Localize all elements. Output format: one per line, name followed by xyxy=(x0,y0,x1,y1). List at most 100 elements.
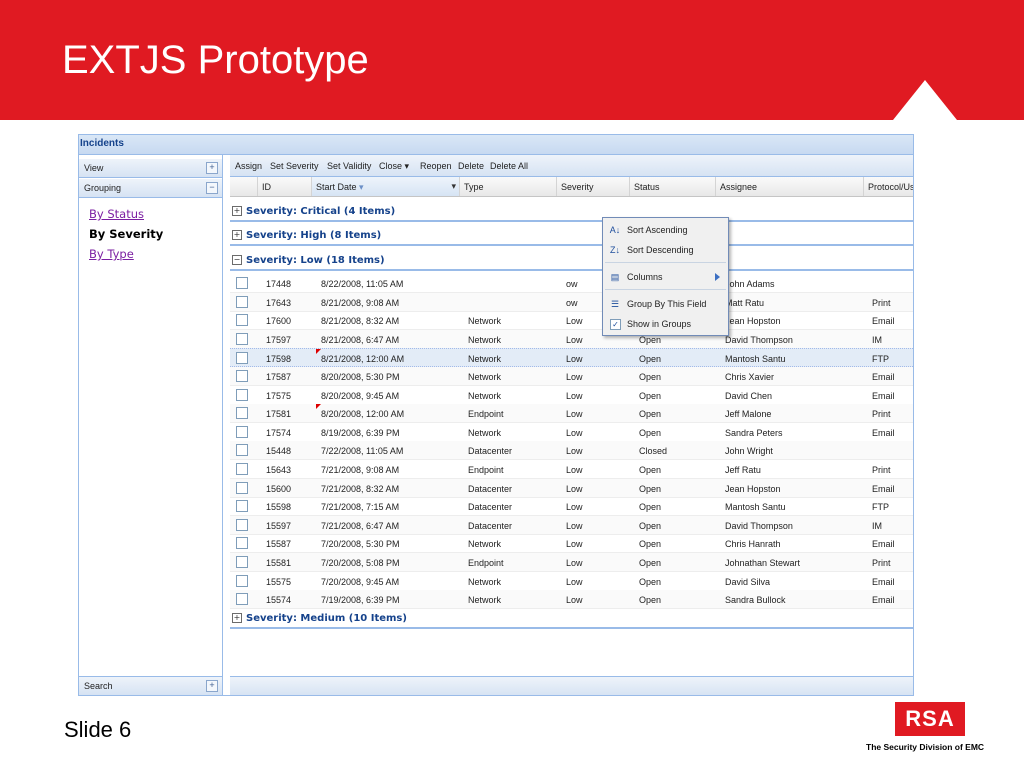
table-row[interactable]: 17597 8/21/2008, 6:47 AM Network Low Open Dav… xyxy=(230,329,913,349)
sort-ascending-item[interactable]: A↓ Sort Ascending xyxy=(603,220,728,240)
group-by-type-link[interactable]: By Type xyxy=(89,247,134,261)
collapse-icon[interactable]: − xyxy=(232,255,242,265)
grouping-accordion-header[interactable]: Grouping − xyxy=(79,179,222,198)
row-checkbox[interactable] xyxy=(236,332,248,345)
table-row[interactable]: 15587 7/20/2008, 5:30 PM Network Low Open Chr… xyxy=(230,534,913,554)
grid-bottom-bar xyxy=(230,676,913,695)
set-validity-button[interactable]: Set Validity xyxy=(327,161,371,171)
sort-descending-item[interactable]: Z↓ Sort Descending xyxy=(603,240,728,260)
collapse-icon[interactable]: − xyxy=(206,182,218,194)
cell-severity: Low xyxy=(566,334,583,345)
table-row[interactable]: 17587 8/20/2008, 5:30 PM Network Low Open Chr… xyxy=(230,367,913,386)
columns-item[interactable]: ▤ Columns xyxy=(603,267,728,287)
close-label: Close xyxy=(379,161,403,171)
group-by-status-link[interactable]: By Status xyxy=(89,207,144,221)
cell-type: Network xyxy=(468,372,502,382)
delete-button[interactable]: Delete xyxy=(458,161,484,171)
row-checkbox[interactable] xyxy=(236,407,248,420)
row-checkbox[interactable] xyxy=(236,463,248,475)
row-checkbox[interactable] xyxy=(236,537,248,550)
table-row[interactable]: 15600 7/21/2008, 8:32 AM Datacenter Low Open… xyxy=(230,478,913,498)
cell-date: 8/20/2008, 12:00 AM xyxy=(321,409,405,420)
expand-icon[interactable]: + xyxy=(206,680,218,692)
row-checkbox[interactable] xyxy=(236,352,248,365)
row-checkbox[interactable] xyxy=(236,518,248,531)
cell-id: 15600 xyxy=(266,483,292,494)
table-row[interactable]: 17574 8/19/2008, 6:39 PM Network Low Open San… xyxy=(230,423,913,442)
table-row[interactable]: 15597 7/21/2008, 6:47 AM Datacenter Low Open… xyxy=(230,515,913,535)
table-row[interactable]: 174488/22/2008, 11:05 AMowOpenJohn Adams xyxy=(230,274,913,293)
row-checkbox[interactable] xyxy=(236,388,248,401)
delete-all-button[interactable]: Delete All xyxy=(490,161,528,171)
cell-severity: Low xyxy=(566,539,583,550)
search-accordion-header[interactable]: Search + xyxy=(79,676,222,695)
expand-icon[interactable]: + xyxy=(232,230,242,240)
row-checkbox[interactable] xyxy=(236,370,248,382)
incidents-grid: Assign Set Severity Set Validity Close ▾… xyxy=(230,155,913,695)
table-row[interactable]: 176438/21/2008, 9:08 AMowOpenMatt RatuPr… xyxy=(230,292,913,312)
row-checkbox[interactable] xyxy=(236,425,248,438)
row-checkbox[interactable] xyxy=(236,444,248,457)
expand-icon[interactable]: + xyxy=(232,613,242,623)
table-row[interactable]: 15643 7/21/2008, 9:08 AM Endpoint Low Open Je… xyxy=(230,460,913,479)
row-checkbox[interactable] xyxy=(236,314,248,327)
table-row[interactable]: 15598 7/21/2008, 7:15 AM Datacenter Low Open… xyxy=(230,497,913,517)
assign-button[interactable]: Assign xyxy=(235,161,262,171)
cell-assignee: Mantosh Santu xyxy=(725,502,786,513)
cell-status: Open xyxy=(639,558,662,568)
slide-number: Slide 6 xyxy=(64,717,132,742)
assignee-column-header[interactable]: Assignee xyxy=(716,177,864,196)
table-row[interactable]: 15575 7/20/2008, 9:45 AM Network Low Open Dav… xyxy=(230,572,913,591)
group-header-critical[interactable]: + Severity: Critical (4 Items) xyxy=(230,198,913,222)
table-row[interactable]: 17575 8/20/2008, 9:45 AM Network Low Open Dav… xyxy=(230,386,913,405)
row-checkbox[interactable] xyxy=(236,481,248,494)
row-checkbox[interactable] xyxy=(236,574,248,587)
cell-type: Endpoint xyxy=(468,558,504,568)
reopen-button[interactable]: Reopen xyxy=(420,161,452,171)
view-accordion-header[interactable]: View + xyxy=(79,159,222,178)
expand-icon[interactable]: + xyxy=(232,206,242,216)
cell-assignee: David Thompson xyxy=(725,334,793,345)
group-by-severity-link[interactable]: By Severity xyxy=(89,227,163,241)
row-checkbox[interactable] xyxy=(236,277,248,289)
cell-protocol: Print xyxy=(872,409,891,420)
submenu-arrow-icon xyxy=(715,273,720,281)
cell-type: Datacenter xyxy=(468,520,513,531)
row-checkbox[interactable] xyxy=(236,295,248,308)
severity-column-header[interactable]: Severity xyxy=(557,177,630,196)
view-label: View xyxy=(84,163,104,173)
status-column-header[interactable]: Status xyxy=(630,177,716,196)
checkbox-checked-icon[interactable]: ✓ xyxy=(610,319,621,330)
table-row[interactable]: 17581 8/20/2008, 12:00 AM Endpoint Low Open J… xyxy=(230,404,913,424)
cell-date: 8/21/2008, 12:00 AM xyxy=(321,354,405,365)
group-header-medium[interactable]: + Severity: Medium (10 Items) xyxy=(230,605,913,629)
expand-icon[interactable]: + xyxy=(206,162,218,174)
set-severity-button[interactable]: Set Severity xyxy=(270,161,319,171)
row-checkbox[interactable] xyxy=(236,556,248,568)
cell-status: Open xyxy=(639,354,662,365)
group-header-high[interactable]: + Severity: High (8 Items) xyxy=(230,222,913,246)
cell-protocol: Email xyxy=(872,390,895,401)
column-menu-trigger-icon[interactable]: ▾ xyxy=(451,181,456,192)
table-row[interactable]: 15581 7/20/2008, 5:08 PM Endpoint Low Open Jo… xyxy=(230,553,913,572)
show-in-groups-item[interactable]: ✓ Show in Groups xyxy=(603,314,728,334)
row-checkbox[interactable] xyxy=(236,593,248,606)
cell-date: 7/22/2008, 11:05 AM xyxy=(321,446,404,457)
table-row[interactable]: 15448 7/22/2008, 11:05 AM Datacenter Low Clo… xyxy=(230,441,913,461)
id-column-header[interactable]: ID xyxy=(258,177,312,196)
start-date-label: Start Date xyxy=(316,182,357,192)
table-row[interactable]: 17598 8/21/2008, 12:00 AM Network Low Open Ma… xyxy=(230,348,913,368)
cell-id: 17575 xyxy=(266,390,292,401)
group-header-low[interactable]: − Severity: Low (18 Items) xyxy=(230,247,913,271)
row-checkbox[interactable] xyxy=(236,500,248,513)
close-button[interactable]: Close ▾ xyxy=(379,161,409,172)
cell-type: Network xyxy=(468,390,502,401)
group-by-field-item[interactable]: ☰ Group By This Field xyxy=(603,294,728,314)
table-row[interactable]: 176008/21/2008, 8:32 AMNetworkLowOpenJea… xyxy=(230,311,913,331)
group-label: Severity: Medium (10 Items) xyxy=(246,613,407,624)
cell-assignee: Sandra Bullock xyxy=(725,595,786,606)
cell-severity: Low xyxy=(566,354,583,365)
start-date-column-header[interactable]: Start Date ▾ ▾ xyxy=(312,177,460,196)
protocol-column-header[interactable]: Protocol/Us xyxy=(864,177,913,196)
type-column-header[interactable]: Type xyxy=(460,177,557,196)
